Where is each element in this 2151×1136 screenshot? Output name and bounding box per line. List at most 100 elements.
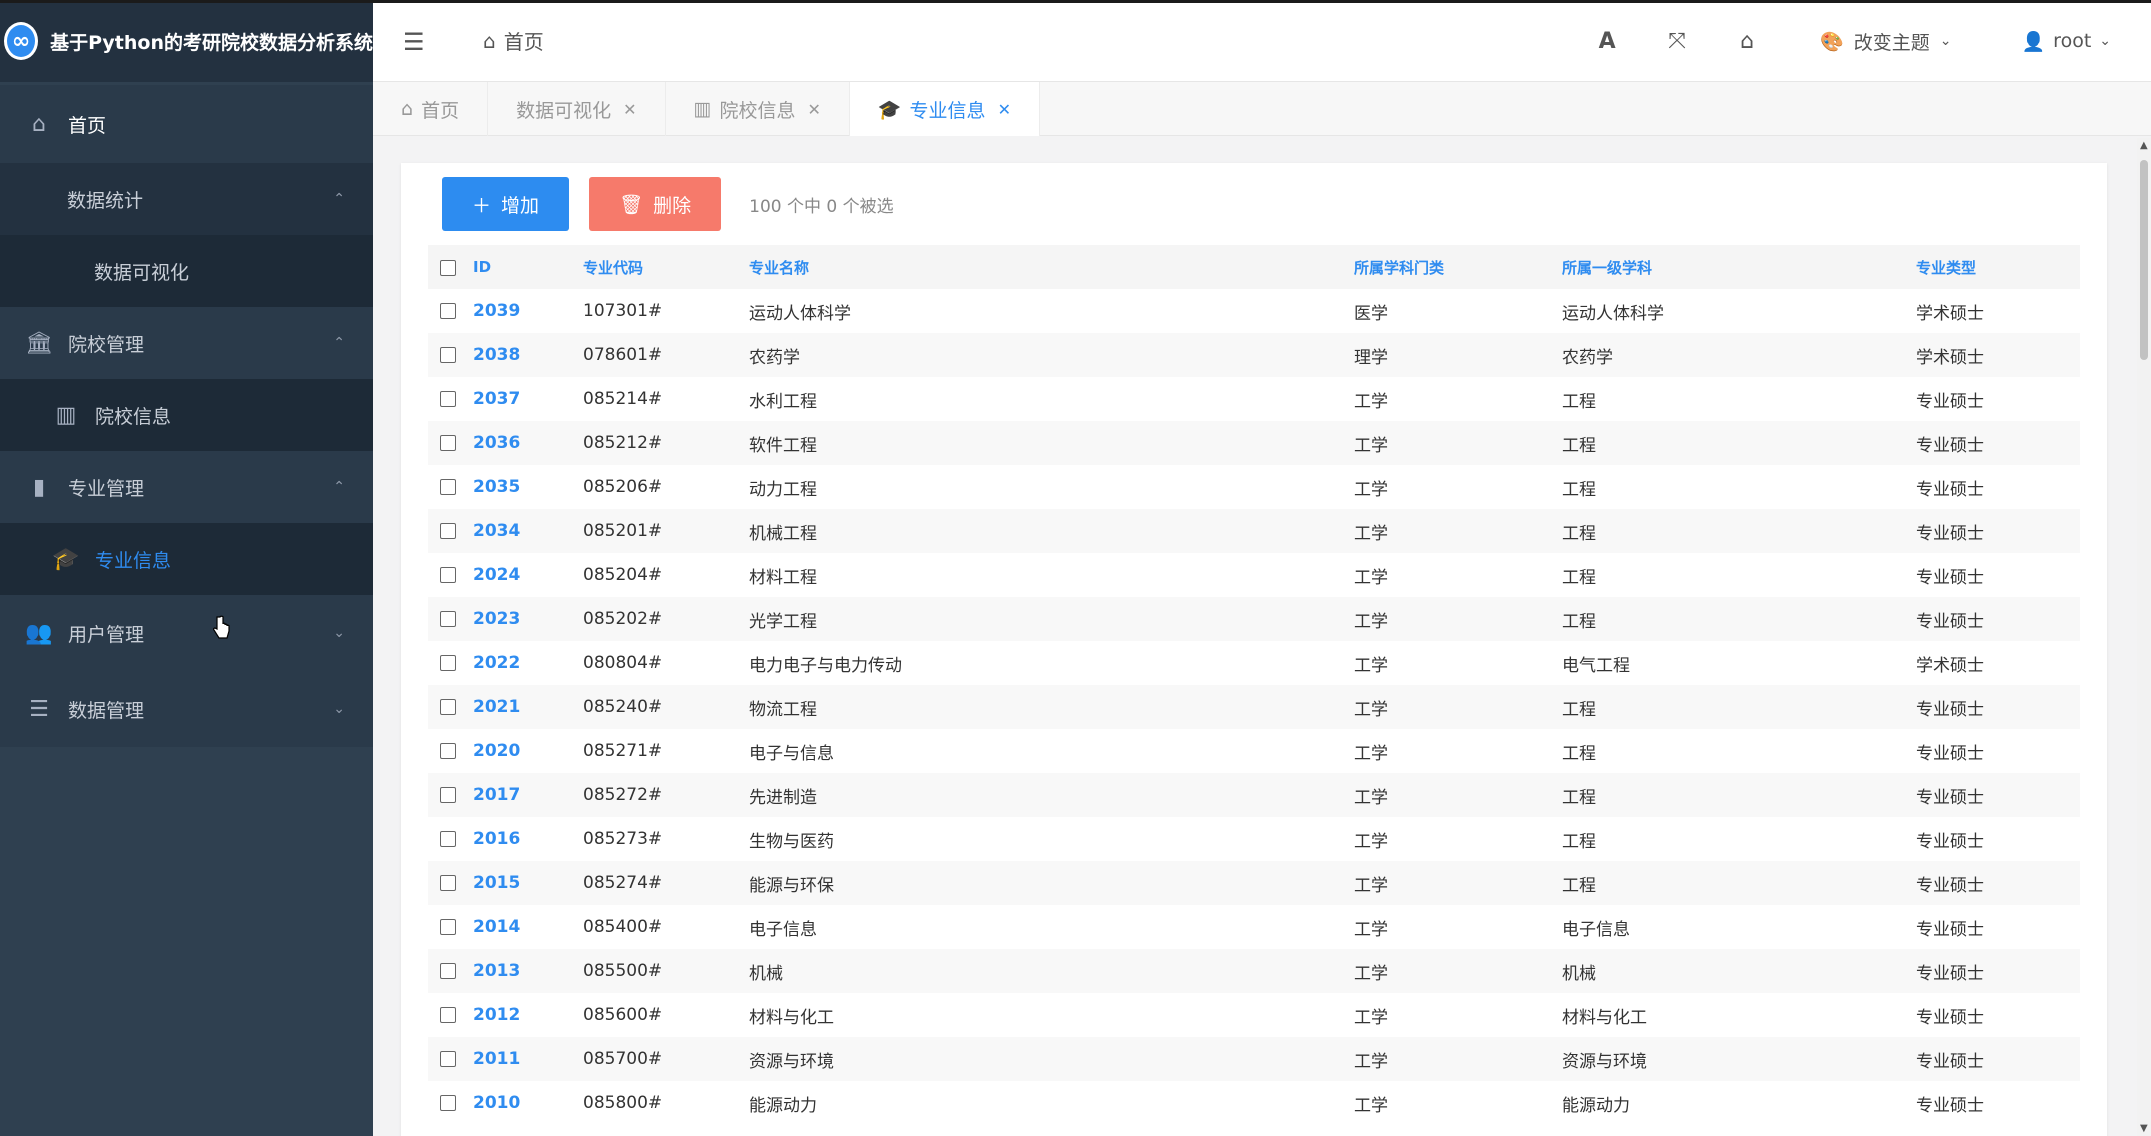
cell-category: 工学 (1354, 1007, 1388, 1028)
table-row[interactable]: 2015 085274# 能源与环保 工学 工程 专业硕士 (428, 861, 2080, 905)
fullscreen-icon[interactable]: ⤧ (1642, 29, 1712, 54)
row-checkbox[interactable] (440, 1051, 456, 1067)
row-checkbox[interactable] (440, 391, 456, 407)
row-checkbox[interactable] (440, 435, 456, 451)
row-checkbox[interactable] (440, 479, 456, 495)
cell-id[interactable]: 2021 (473, 685, 583, 729)
cell-id[interactable]: 2038 (473, 333, 583, 377)
table-row[interactable]: 2012 085600# 材料与化工 工学 材料与化工 专业硕士 (428, 993, 2080, 1037)
cell-discipline: 能源动力 (1562, 1095, 1630, 1116)
sidebar-item-major-info[interactable]: 🎓 专业信息 (0, 523, 373, 595)
book-icon: ▮ (32, 474, 46, 500)
table-row[interactable]: 2011 085700# 资源与环境 工学 资源与环境 专业硕士 (428, 1037, 2080, 1081)
tab-home[interactable]: ⌂ 首页 (373, 82, 489, 136)
cell-id[interactable]: 2012 (473, 993, 583, 1037)
home-icon[interactable]: ⌂ (1712, 29, 1782, 54)
table-row[interactable]: 2035 085206# 动力工程 工学 工程 专业硕士 (428, 465, 2080, 509)
sidebar-item-major-mgmt[interactable]: ▮ 专业管理 ⌃ (0, 451, 373, 523)
tab-school-info[interactable]: ▥ 院校信息 ✕ (666, 82, 850, 136)
cell-id[interactable]: 2013 (473, 949, 583, 993)
row-checkbox[interactable] (440, 303, 456, 319)
row-checkbox[interactable] (440, 347, 456, 363)
select-all-checkbox[interactable] (440, 259, 456, 276)
col-id[interactable]: ID (473, 245, 583, 289)
menu-toggle-icon[interactable]: ☰ (403, 28, 425, 56)
row-checkbox[interactable] (440, 523, 456, 539)
cell-id[interactable]: 2023 (473, 597, 583, 641)
user-dropdown[interactable]: 👤 root ⌄ (2022, 30, 2112, 53)
table-row[interactable]: 2036 085212# 软件工程 工学 工程 专业硕士 (428, 421, 2080, 465)
row-checkbox[interactable] (440, 655, 456, 671)
theme-dropdown[interactable]: 🎨 改变主题 ⌄ (1820, 28, 1951, 55)
sidebar-item-user-mgmt[interactable]: 👥 用户管理 ⌄ (0, 595, 373, 671)
row-checkbox[interactable] (440, 831, 456, 847)
table-row[interactable]: 2014 085400# 电子信息 工学 电子信息 专业硕士 (428, 905, 2080, 949)
row-checkbox[interactable] (440, 919, 456, 935)
sidebar-item-viz[interactable]: 数据可视化 (0, 235, 373, 307)
cell-id[interactable]: 2034 (473, 509, 583, 553)
scroll-up-arrow-icon[interactable]: ▲ (2140, 140, 2148, 151)
cell-id[interactable]: 2010 (473, 1081, 583, 1125)
cell-id[interactable]: 2017 (473, 773, 583, 817)
table-row[interactable]: 2039 107301# 运动人体科学 医学 运动人体科学 学术硕士 (428, 289, 2080, 333)
row-checkbox[interactable] (440, 1007, 456, 1023)
delete-button[interactable]: 🗑 删除 (589, 177, 722, 231)
cell-name: 软件工程 (749, 435, 817, 456)
cell-id[interactable]: 2011 (473, 1037, 583, 1081)
row-checkbox[interactable] (440, 1095, 456, 1111)
sidebar-item-stats[interactable]: 数据统计 ⌃ (0, 163, 373, 235)
table-row[interactable]: 2016 085273# 生物与医药 工学 工程 专业硕士 (428, 817, 2080, 861)
row-checkbox[interactable] (440, 743, 456, 759)
table-row[interactable]: 2020 085271# 电子与信息 工学 工程 专业硕士 (428, 729, 2080, 773)
cell-name: 电子信息 (749, 919, 817, 940)
scrollbar[interactable]: ▲ ▼ (2137, 138, 2151, 1136)
col-code[interactable]: 专业代码 (583, 245, 749, 289)
cell-discipline: 工程 (1562, 611, 1596, 632)
row-checkbox[interactable] (440, 611, 456, 627)
row-checkbox[interactable] (440, 567, 456, 583)
table-row[interactable]: 2022 080804# 电力电子与电力传动 工学 电气工程 学术硕士 (428, 641, 2080, 685)
add-button[interactable]: ＋ 增加 (442, 177, 570, 231)
cell-id[interactable]: 2037 (473, 377, 583, 421)
sidebar-item-school-info[interactable]: ▥ 院校信息 (0, 379, 373, 451)
cell-id[interactable]: 2036 (473, 421, 583, 465)
close-icon[interactable]: ✕ (998, 100, 1011, 119)
table-row[interactable]: 2038 078601# 农药学 理学 农药学 学术硕士 (428, 333, 2080, 377)
scrollbar-thumb[interactable] (2140, 160, 2148, 360)
col-discipline[interactable]: 所属一级学科 (1562, 245, 1916, 289)
table-row[interactable]: 2021 085240# 物流工程 工学 工程 专业硕士 (428, 685, 2080, 729)
table-row[interactable]: 2037 085214# 水利工程 工学 工程 专业硕士 (428, 377, 2080, 421)
scroll-down-arrow-icon[interactable]: ▼ (2140, 1123, 2148, 1134)
col-name[interactable]: 专业名称 (749, 245, 1354, 289)
cell-id[interactable]: 2024 (473, 553, 583, 597)
cell-id[interactable]: 2016 (473, 817, 583, 861)
tab-viz[interactable]: 数据可视化 ✕ (488, 82, 666, 136)
table-row[interactable]: 2024 085204# 材料工程 工学 工程 专业硕士 (428, 553, 2080, 597)
table-row[interactable]: 2023 085202# 光学工程 工学 工程 专业硕士 (428, 597, 2080, 641)
tab-major-info[interactable]: 🎓 专业信息 ✕ (849, 82, 1040, 136)
close-icon[interactable]: ✕ (807, 100, 820, 119)
table-row[interactable]: 2010 085800# 能源动力 工学 能源动力 专业硕士 (428, 1081, 2080, 1125)
sidebar-item-school-mgmt[interactable]: 🏛 院校管理 ⌃ (0, 307, 373, 379)
cell-id[interactable]: 2014 (473, 905, 583, 949)
sidebar-item-data-mgmt[interactable]: ☰ 数据管理 ⌄ (0, 671, 373, 747)
table-row[interactable]: 2017 085272# 先进制造 工学 工程 专业硕士 (428, 773, 2080, 817)
cell-id[interactable]: 2015 (473, 861, 583, 905)
cell-id[interactable]: 2020 (473, 729, 583, 773)
header-home-link[interactable]: ⌂ 首页 (483, 26, 544, 55)
col-type[interactable]: 专业类型 (1916, 245, 2080, 289)
row-checkbox[interactable] (440, 699, 456, 715)
table-row[interactable]: 2013 085500# 机械 工学 机械 专业硕士 (428, 949, 2080, 993)
cell-id[interactable]: 2022 (473, 641, 583, 685)
col-category[interactable]: 所属学科门类 (1354, 245, 1562, 289)
sidebar-item-home[interactable]: ⌂ 首页 (0, 85, 373, 163)
font-size-icon[interactable]: A (1572, 29, 1642, 54)
row-checkbox[interactable] (440, 787, 456, 803)
cell-id[interactable]: 2035 (473, 465, 583, 509)
cell-id[interactable]: 2039 (473, 289, 583, 333)
row-checkbox[interactable] (440, 963, 456, 979)
close-icon[interactable]: ✕ (623, 100, 636, 119)
row-checkbox[interactable] (440, 875, 456, 891)
row-select-cell (428, 817, 473, 861)
table-row[interactable]: 2034 085201# 机械工程 工学 工程 专业硕士 (428, 509, 2080, 553)
